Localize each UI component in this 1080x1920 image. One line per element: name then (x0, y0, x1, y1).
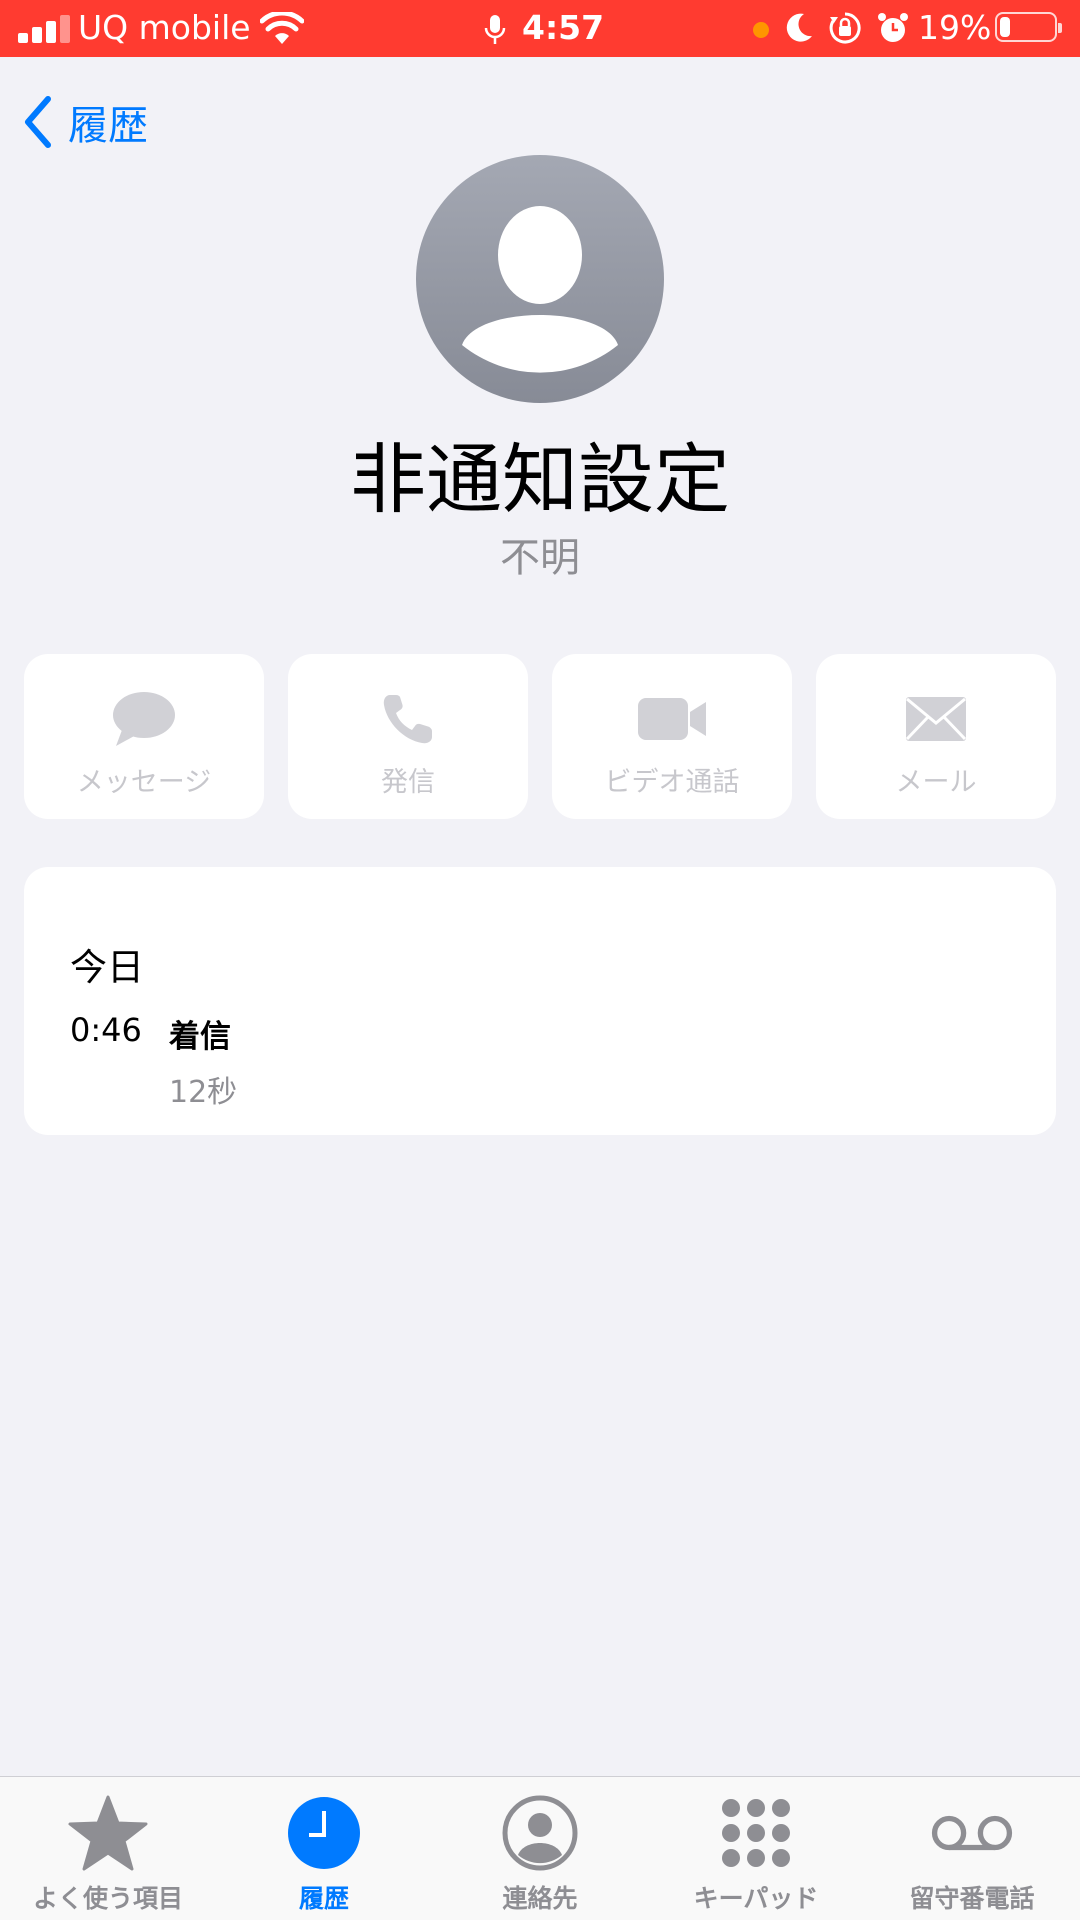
keypad-icon (722, 1799, 790, 1867)
call-type: 着信 (169, 1019, 231, 1055)
person-silhouette-icon (462, 206, 618, 373)
recording-dot-icon (753, 22, 769, 38)
signal-icon (18, 15, 78, 43)
tab-keypad[interactable]: キーパッド (648, 1777, 864, 1920)
call-button[interactable]: 発信 (288, 654, 528, 819)
battery-level (1000, 17, 1010, 37)
moon-icon (786, 13, 812, 42)
tab-label: 留守番電話 (909, 1884, 1035, 1913)
tab-favorites[interactable]: よく使う項目 (0, 1777, 216, 1920)
status-bar: UQ mobile 4:57 19% (0, 0, 1080, 57)
call-time: 0:46 (70, 1011, 142, 1049)
tab-label: キーパッド (693, 1884, 819, 1913)
tab-label: よく使う項目 (32, 1884, 183, 1913)
wifi-icon (260, 12, 304, 44)
mail-icon (905, 697, 967, 741)
tab-label: 連絡先 (502, 1884, 578, 1913)
contact-subtitle: 不明 (500, 535, 580, 581)
battery-percent: 19% (918, 8, 992, 47)
message-icon (113, 692, 175, 746)
tab-label: 履歴 (298, 1884, 349, 1913)
status-time: 4:57 (522, 8, 605, 47)
action-label: ビデオ通話 (604, 767, 740, 798)
voicemail-icon (931, 1815, 1013, 1851)
back-label: 履歴 (68, 103, 148, 149)
carrier-name: UQ mobile (78, 8, 251, 47)
video-call-button[interactable]: ビデオ通話 (552, 654, 792, 819)
tab-voicemail[interactable]: 留守番電話 (864, 1777, 1080, 1920)
tab-bar: よく使う項目 履歴 連絡先 キーパッド 留守番電話 (0, 1776, 1080, 1920)
action-label: メッセージ (76, 767, 212, 798)
call-duration: 12秒 (169, 1075, 238, 1110)
contact-icon (502, 1795, 578, 1871)
avatar (416, 155, 664, 403)
tab-contacts[interactable]: 連絡先 (432, 1777, 648, 1920)
call-history-card: 今日 0:46 着信 12秒 (24, 867, 1056, 1135)
action-buttons: メッセージ 発信 ビデオ通話 メール (24, 654, 1056, 819)
mic-icon (484, 15, 506, 44)
mail-button[interactable]: メール (816, 654, 1056, 819)
battery-icon (995, 12, 1062, 42)
message-button[interactable]: メッセージ (24, 654, 264, 819)
rotation-lock-icon (829, 12, 861, 44)
alarm-icon (878, 13, 908, 42)
clock-icon (288, 1797, 360, 1869)
tab-recents[interactable]: 履歴 (216, 1777, 432, 1920)
action-label: メール (895, 767, 977, 798)
star-icon (68, 1795, 148, 1871)
video-icon (638, 698, 706, 740)
chevron-left-icon (25, 96, 51, 148)
back-button[interactable]: 履歴 (20, 92, 200, 152)
contact-name: 非通知設定 (350, 435, 730, 524)
history-date: 今日 (70, 946, 144, 989)
action-label: 発信 (381, 767, 435, 798)
phone-icon (383, 695, 432, 744)
